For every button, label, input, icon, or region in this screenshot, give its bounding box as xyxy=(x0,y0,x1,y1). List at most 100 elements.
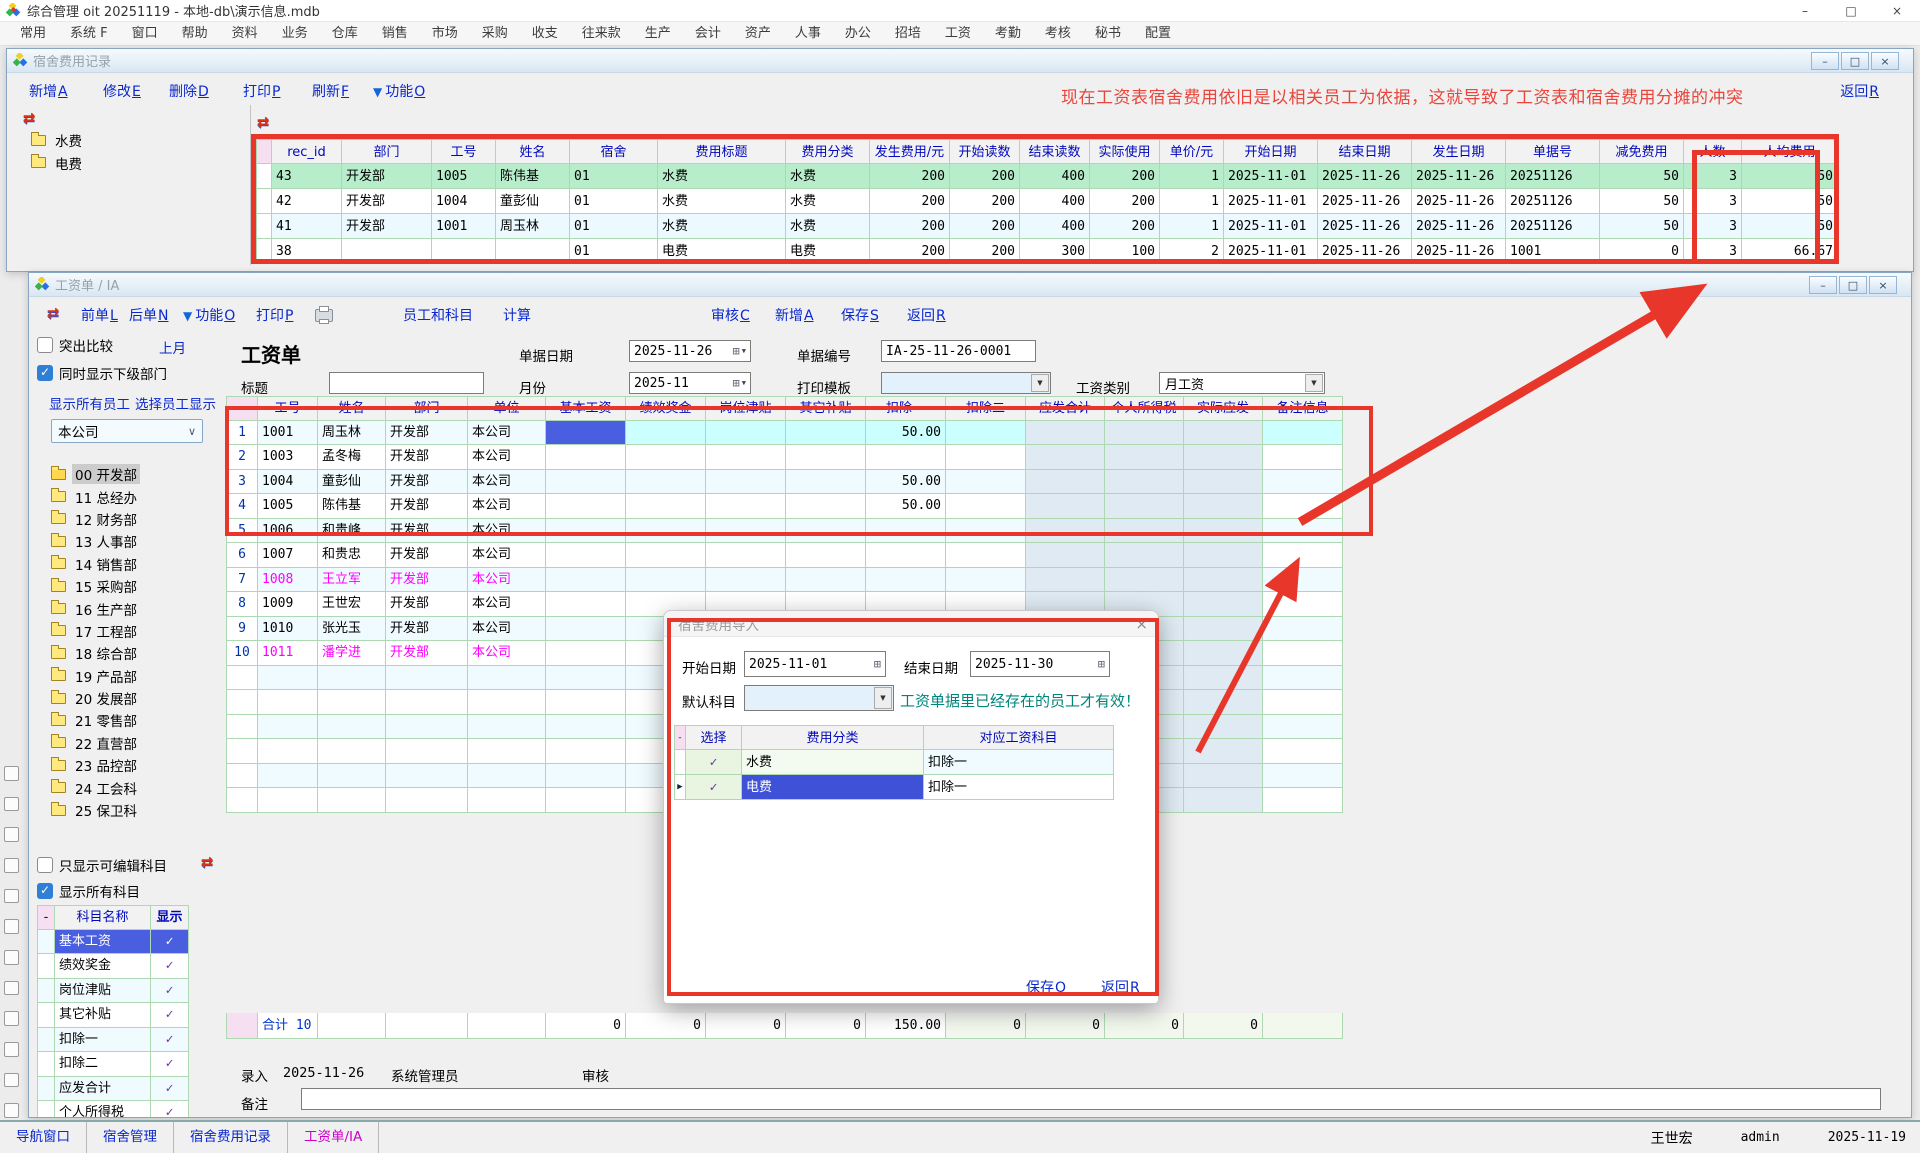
menu-item[interactable]: 系统 F xyxy=(58,22,120,46)
cell[interactable] xyxy=(37,1052,55,1077)
cell[interactable]: 孟冬梅 xyxy=(318,445,386,470)
cell[interactable] xyxy=(786,568,866,593)
cell[interactable]: 本公司 xyxy=(468,592,546,617)
cell[interactable] xyxy=(258,788,318,813)
cell[interactable]: 2025-11-26 xyxy=(1412,164,1506,189)
cell[interactable] xyxy=(318,788,386,813)
cell[interactable] xyxy=(37,1077,55,1102)
cell[interactable]: 2025-11-26 xyxy=(1412,189,1506,214)
column-header[interactable]: 单位 xyxy=(468,396,546,421)
cell[interactable] xyxy=(866,543,946,568)
cell[interactable] xyxy=(706,519,786,544)
table-row[interactable]: 其它补贴✓ xyxy=(37,1003,189,1028)
maximize-icon[interactable]: □ xyxy=(1841,52,1869,70)
column-header[interactable]: 单据号 xyxy=(1506,139,1600,164)
cell[interactable]: 3 xyxy=(1684,164,1742,189)
cell[interactable]: 1008 xyxy=(258,568,318,593)
cell[interactable]: 水费 xyxy=(658,214,786,239)
cell[interactable]: 开发部 xyxy=(386,617,468,642)
cell[interactable]: 0 xyxy=(706,1013,786,1039)
menu-item[interactable]: 人事 xyxy=(783,22,833,46)
cell[interactable] xyxy=(1263,421,1343,446)
cell[interactable]: 3 xyxy=(1684,239,1742,264)
cell[interactable]: 水费 xyxy=(786,189,870,214)
cell[interactable]: 童彭仙 xyxy=(496,189,570,214)
swap-panel-icon[interactable]: ⇄ xyxy=(23,109,36,127)
column-header[interactable] xyxy=(256,139,272,164)
cell[interactable] xyxy=(786,519,866,544)
cell[interactable] xyxy=(1184,592,1263,617)
cell[interactable]: 个人所得税 xyxy=(55,1101,151,1118)
cell[interactable]: 1004 xyxy=(432,189,496,214)
cell[interactable] xyxy=(546,592,626,617)
cell[interactable]: ▶ xyxy=(674,775,686,800)
column-header[interactable]: 岗位津贴 xyxy=(706,396,786,421)
cell[interactable] xyxy=(786,421,866,446)
cell[interactable]: 20251126 xyxy=(1506,164,1600,189)
month-input[interactable]: 2025-11 ⊞ ▼ xyxy=(629,372,751,394)
cell[interactable] xyxy=(1184,617,1263,642)
table-row[interactable]: ▶✓电费扣除一 xyxy=(674,775,1114,800)
menu-item[interactable]: 收支 xyxy=(520,22,570,46)
table-row[interactable]: 41005陈伟基开发部本公司50.00 xyxy=(226,494,1343,519)
cell[interactable]: 01 xyxy=(570,164,658,189)
cell[interactable] xyxy=(1105,543,1184,568)
last-month-link[interactable]: 上月 xyxy=(159,337,186,357)
cell[interactable]: 2025-11-26 xyxy=(1318,239,1412,264)
cell[interactable] xyxy=(626,421,706,446)
edit-button[interactable]: 修改E xyxy=(103,81,141,101)
dock-checkbox[interactable] xyxy=(4,797,19,812)
cell[interactable] xyxy=(786,470,866,495)
cell[interactable] xyxy=(1184,739,1263,764)
tree-item[interactable]: 20 发展部 xyxy=(37,687,223,709)
cell[interactable]: 0 xyxy=(546,1013,626,1039)
cell[interactable] xyxy=(496,239,570,264)
cell[interactable] xyxy=(1184,470,1263,495)
cell[interactable] xyxy=(546,617,626,642)
cell[interactable] xyxy=(1026,470,1105,495)
cell[interactable]: 38 xyxy=(272,239,342,264)
swap-subjects-icon[interactable]: ⇄ xyxy=(201,853,214,871)
column-header[interactable]: 开始日期 xyxy=(1224,139,1318,164)
cell[interactable]: 0 xyxy=(786,1013,866,1039)
column-header[interactable]: - xyxy=(226,396,258,421)
column-header[interactable]: 单价/元 xyxy=(1160,139,1224,164)
cell[interactable] xyxy=(866,445,946,470)
cell[interactable]: 7 xyxy=(226,568,258,593)
note-input[interactable] xyxy=(301,1088,1881,1110)
cell[interactable] xyxy=(1263,543,1343,568)
cell[interactable] xyxy=(226,1013,258,1039)
cell[interactable]: 50 xyxy=(1742,164,1838,189)
cell[interactable] xyxy=(1184,568,1263,593)
menu-item[interactable]: 往来款 xyxy=(570,22,633,46)
highlight-compare-checkbox[interactable] xyxy=(37,337,53,353)
cell[interactable]: 本公司 xyxy=(468,617,546,642)
title-input[interactable] xyxy=(329,372,484,394)
tree-item[interactable]: 11 总经办 xyxy=(37,485,223,507)
table-row[interactable]: 应发合计✓ xyxy=(37,1077,189,1102)
dock-checkbox[interactable] xyxy=(4,858,19,873)
back-button[interactable]: 返回R xyxy=(907,305,946,325)
cell[interactable] xyxy=(256,239,272,264)
cell[interactable] xyxy=(258,666,318,691)
cell[interactable] xyxy=(706,494,786,519)
cell[interactable] xyxy=(1184,641,1263,666)
menu-item[interactable]: 秘书 xyxy=(1083,22,1133,46)
cell[interactable]: 66.67 xyxy=(1742,239,1838,264)
cell[interactable] xyxy=(946,421,1026,446)
cell[interactable]: 王世宏 xyxy=(318,592,386,617)
delete-button[interactable]: 删除D xyxy=(169,81,209,101)
cell[interactable] xyxy=(1263,617,1343,642)
cell[interactable] xyxy=(258,715,318,740)
cell[interactable]: 1003 xyxy=(258,445,318,470)
menu-item[interactable]: 业务 xyxy=(270,22,320,46)
cell[interactable]: 2025-11-01 xyxy=(1224,239,1318,264)
cell[interactable] xyxy=(706,543,786,568)
cell[interactable]: 200 xyxy=(1090,214,1160,239)
cell[interactable] xyxy=(546,470,626,495)
menu-item[interactable]: 帮助 xyxy=(170,22,220,46)
table-row[interactable]: 11001周玉林开发部本公司50.00 xyxy=(226,421,1343,446)
cell[interactable]: 1 xyxy=(226,421,258,446)
cell[interactable] xyxy=(1263,1013,1343,1039)
cell[interactable] xyxy=(226,764,258,789)
